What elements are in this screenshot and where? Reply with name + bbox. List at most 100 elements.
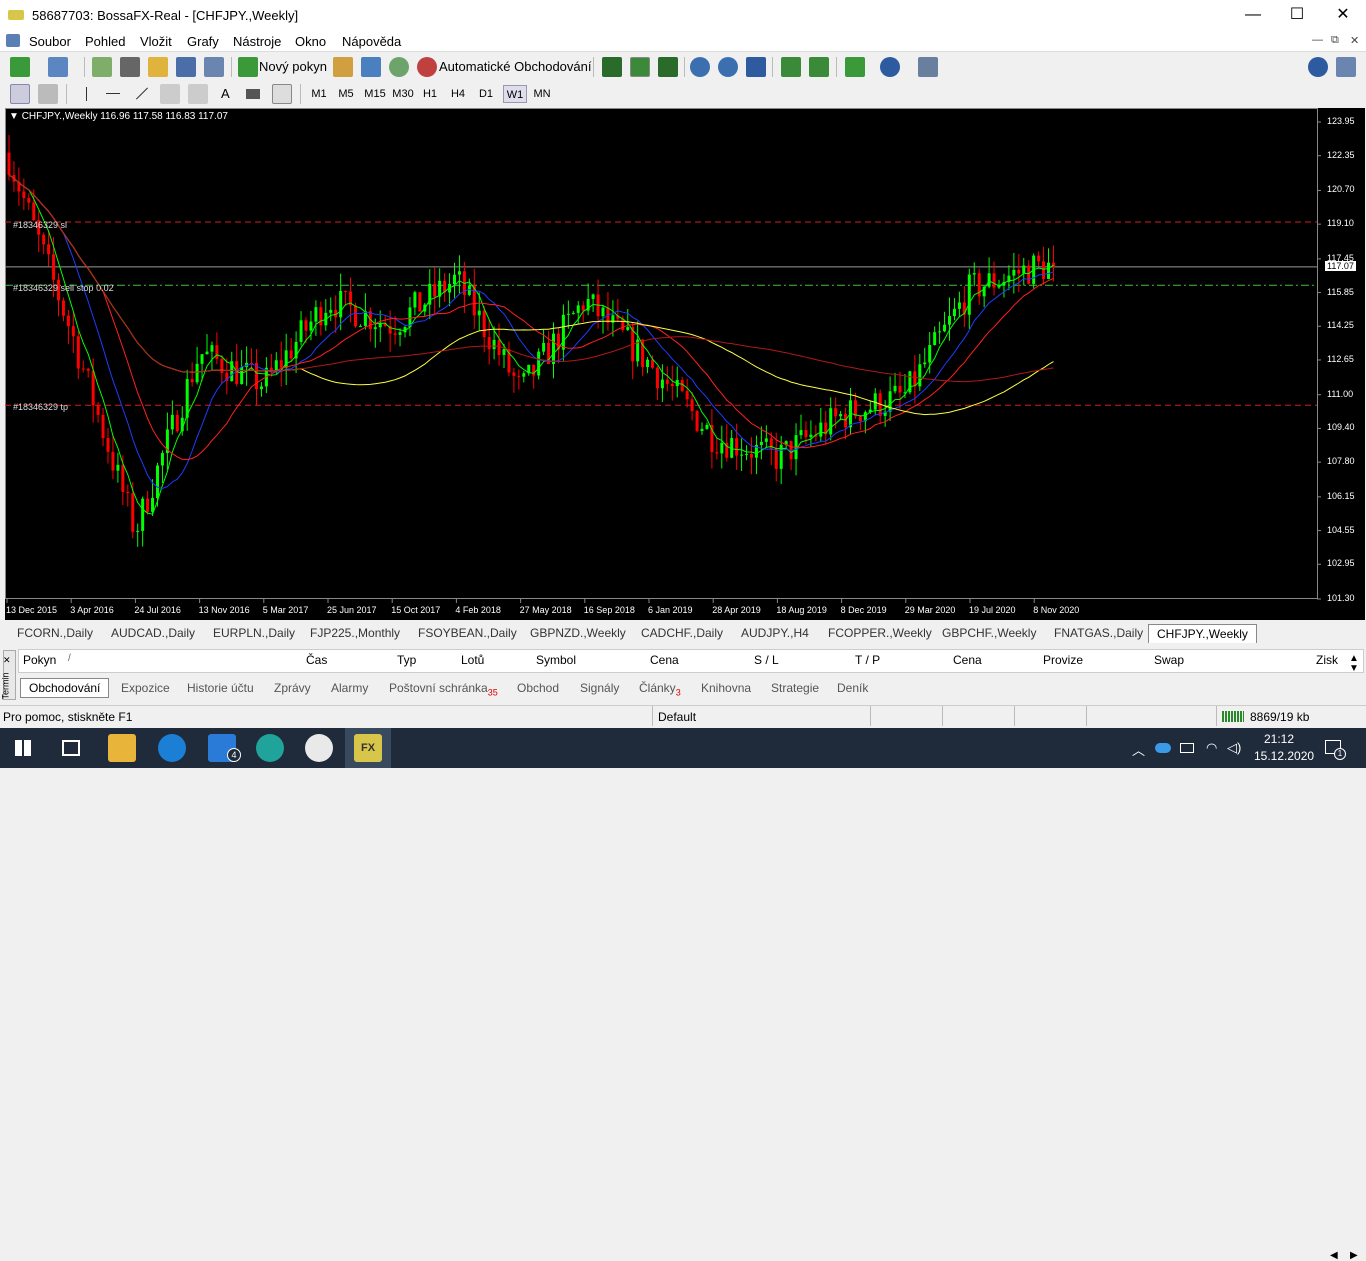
chart-tab[interactable]: AUDJPY.,H4: [741, 626, 809, 640]
col-pokyn[interactable]: Pokyn: [23, 653, 56, 667]
new-order-button[interactable]: Nový pokyn: [259, 59, 327, 74]
timeframe-h4[interactable]: H4: [447, 85, 469, 103]
periods-icon[interactable]: [880, 57, 900, 77]
chart-tab[interactable]: FCOPPER.,Weekly: [828, 626, 932, 640]
chart-shift-icon[interactable]: [809, 57, 829, 77]
wifi-icon[interactable]: ◠: [1206, 740, 1217, 756]
show-hidden-icons-icon[interactable]: ︿: [1132, 740, 1145, 759]
autoscroll-icon[interactable]: [781, 57, 801, 77]
col-zisk[interactable]: Zisk: [1316, 653, 1338, 667]
task-view-icon[interactable]: [62, 740, 80, 756]
s-app-icon[interactable]: [305, 734, 333, 762]
timeframe-m1[interactable]: M1: [308, 85, 330, 103]
chart-tab[interactable]: GBPCHF.,Weekly: [942, 626, 1036, 640]
terminal-tab-expozice[interactable]: Expozice: [121, 681, 170, 695]
auto-trading-icon[interactable]: [417, 57, 437, 77]
data-window-icon[interactable]: [120, 57, 140, 77]
tile-windows-icon[interactable]: [746, 57, 766, 77]
chart-collapse-icon[interactable]: ▼: [9, 111, 22, 122]
timeframe-h1[interactable]: H1: [419, 85, 441, 103]
terminal-tab-obchod[interactable]: Obchod: [517, 681, 559, 695]
col-sl[interactable]: S / L: [754, 653, 779, 667]
menu-okno[interactable]: Okno: [295, 34, 326, 49]
text-label-icon[interactable]: [246, 89, 260, 99]
timeframe-m30[interactable]: M30: [390, 85, 416, 103]
strategy-tester-icon[interactable]: [204, 57, 224, 77]
terminal-close-icon[interactable]: ✕: [3, 655, 11, 666]
wifi-icon[interactable]: [389, 57, 409, 77]
cursor-icon[interactable]: [10, 84, 30, 104]
col-swap[interactable]: Swap: [1154, 653, 1184, 667]
text-tool-icon[interactable]: A: [221, 86, 230, 101]
new-order-icon[interactable]: [238, 57, 258, 77]
chart-tab[interactable]: EURPLN.,Daily: [213, 626, 295, 640]
col-lotu[interactable]: Lotů: [461, 653, 484, 667]
minimize-button[interactable]: —: [1238, 4, 1268, 26]
terminal-scroll-down-icon[interactable]: ▼: [1349, 663, 1359, 674]
terminal-icon[interactable]: [176, 57, 196, 77]
col-cena[interactable]: Cena: [650, 653, 679, 667]
timeframe-mn[interactable]: MN: [530, 85, 554, 103]
terminal-tab-clanky[interactable]: Články3: [639, 681, 681, 697]
col-symbol[interactable]: Symbol: [536, 653, 576, 667]
chart-tab[interactable]: AUDCAD.,Daily: [111, 626, 195, 640]
chart-tab[interactable]: FCORN.,Daily: [17, 626, 93, 640]
terminal-tab-zpravy[interactable]: Zprávy: [274, 681, 311, 695]
price-chart[interactable]: ▼ CHFJPY.,Weekly 116.96 117.58 116.83 11…: [5, 108, 1365, 620]
fibonacci-icon[interactable]: [188, 84, 208, 104]
col-cas[interactable]: Čas: [306, 653, 327, 667]
bar-chart-icon[interactable]: [602, 57, 622, 77]
terminal-tab-signaly[interactable]: Signály: [580, 681, 619, 695]
new-chart-icon[interactable]: [10, 57, 30, 77]
file-explorer-icon[interactable]: [108, 734, 136, 762]
col-cena-current[interactable]: Cena: [953, 653, 982, 667]
edge-browser-icon[interactable]: [256, 734, 284, 762]
chart-tab[interactable]: FJP225.,Monthly: [310, 626, 400, 640]
terminal-tab-strategie[interactable]: Strategie: [771, 681, 819, 695]
auto-trading-button[interactable]: Automatické Obchodování: [439, 59, 591, 74]
menu-grafy[interactable]: Grafy: [187, 34, 219, 49]
profiles-icon[interactable]: [48, 57, 68, 77]
chart-tab-active[interactable]: CHFJPY.,Weekly: [1148, 624, 1257, 643]
col-typ[interactable]: Typ: [397, 653, 416, 667]
col-tp[interactable]: T / P: [855, 653, 880, 667]
terminal-tab-alarmy[interactable]: Alarmy: [331, 681, 368, 695]
navigator-icon[interactable]: [148, 57, 168, 77]
chart-tab[interactable]: GBPNZD.,Weekly: [530, 626, 626, 640]
expert-icon[interactable]: [333, 57, 353, 77]
templates-icon[interactable]: [918, 57, 938, 77]
menu-vlozit[interactable]: Vložit: [140, 34, 172, 49]
onedrive-icon[interactable]: [1155, 743, 1171, 753]
terminal-tab-historie[interactable]: Historie účtu: [187, 681, 254, 695]
trendline-icon[interactable]: [135, 87, 149, 100]
windows-start-icon[interactable]: [15, 740, 31, 756]
signals-icon[interactable]: [361, 57, 381, 77]
equidistant-channel-icon[interactable]: [160, 84, 180, 104]
mdi-close-button[interactable]: ✕: [1350, 34, 1359, 47]
chart-tab[interactable]: FSOYBEAN.,Daily: [418, 626, 517, 640]
tabs-scroll-left-icon[interactable]: ◀: [1330, 1250, 1338, 1261]
vertical-line-icon[interactable]: [86, 87, 87, 101]
menu-napoveda[interactable]: Nápověda: [342, 34, 401, 49]
timeframe-w1[interactable]: W1: [503, 85, 527, 103]
teamviewer-icon[interactable]: [158, 734, 186, 762]
menu-soubor[interactable]: Soubor: [29, 34, 71, 49]
menu-pohled[interactable]: Pohled: [85, 34, 125, 49]
search-icon[interactable]: [1308, 57, 1328, 77]
horizontal-line-icon[interactable]: [106, 93, 120, 94]
terminal-tab-postovni[interactable]: Poštovní schránka35: [389, 681, 498, 697]
chart-tab[interactable]: FNATGAS.,Daily: [1054, 626, 1143, 640]
battery-icon[interactable]: [1180, 743, 1194, 753]
menu-nastroje[interactable]: Nástroje: [233, 34, 281, 49]
clock-time[interactable]: 21:12: [1264, 732, 1294, 746]
indicators-icon[interactable]: [845, 57, 865, 77]
zoom-in-icon[interactable]: [690, 57, 710, 77]
crosshair-icon[interactable]: [38, 84, 58, 104]
zoom-out-icon[interactable]: [718, 57, 738, 77]
maximize-button[interactable]: ☐: [1282, 4, 1312, 26]
market-watch-icon[interactable]: [92, 57, 112, 77]
chart-tab[interactable]: CADCHF.,Daily: [641, 626, 723, 640]
timeframe-m15[interactable]: M15: [362, 85, 388, 103]
terminal-tab-denik[interactable]: Deník: [837, 681, 868, 695]
arrows-icon[interactable]: [272, 84, 292, 104]
